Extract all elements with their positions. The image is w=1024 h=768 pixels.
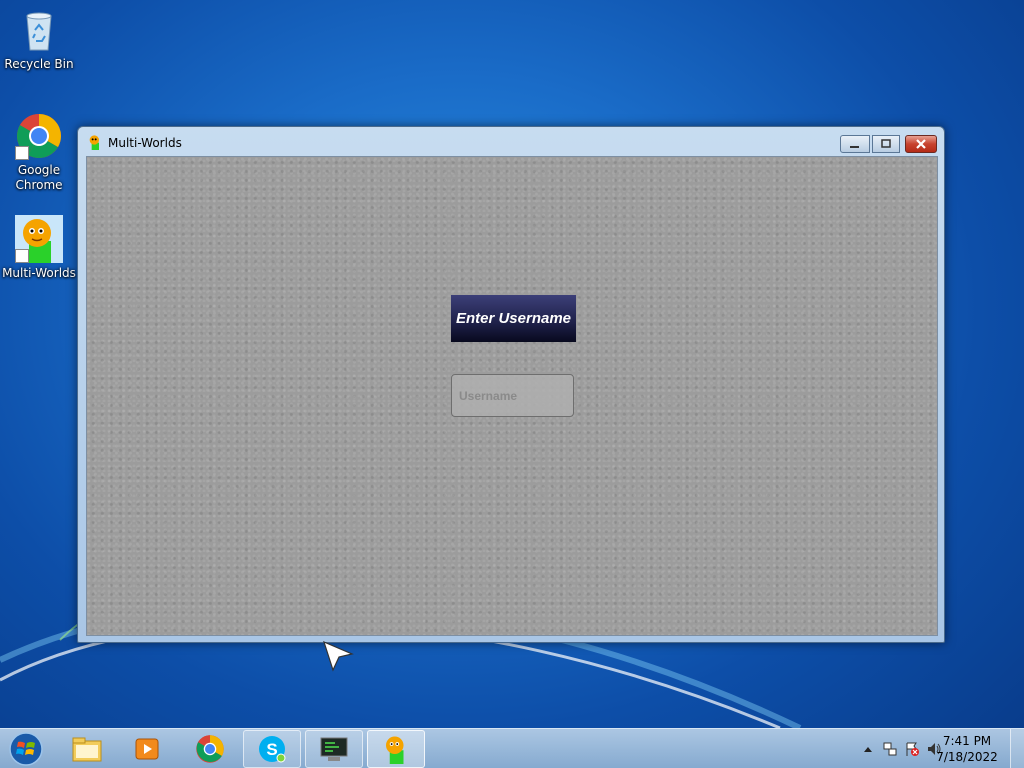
file-explorer-icon [72,737,102,762]
start-button[interactable] [6,731,46,767]
taskbar-file-explorer[interactable] [58,730,116,768]
window-client-area: Enter Username [86,156,938,636]
multi-worlds-icon [386,736,404,764]
taskbar-media-player[interactable] [118,730,176,768]
taskbar-terminal[interactable] [305,730,363,768]
desktop-icon-google-chrome[interactable]: Google Chrome [1,112,77,193]
desktop-icon-multi-worlds[interactable]: Multi-Worlds [1,215,77,281]
svg-text:S: S [266,740,277,759]
username-input[interactable] [451,374,574,417]
terminal-icon [320,737,348,761]
maximize-button[interactable] [872,135,900,153]
network-icon[interactable] [882,741,898,757]
recycle-bin-icon [15,6,63,54]
enter-username-heading: Enter Username [451,295,576,342]
mouse-cursor-icon [323,640,354,672]
maximize-icon [873,136,899,152]
chrome-icon [15,112,63,160]
multi-worlds-icon [87,134,103,150]
chrome-icon [196,735,224,763]
taskbar: S 7:41 PM 7/18/2022 [0,728,1024,768]
desktop-icon-label: Google Chrome [15,163,63,192]
media-player-icon [135,738,159,760]
multi-worlds-icon [15,215,63,263]
clock-time: 7:41 PM [942,734,992,748]
taskbar-clock[interactable]: 7:41 PM 7/18/2022 [932,733,1002,765]
close-button[interactable] [905,135,937,153]
action-center-flag-icon[interactable] [904,741,920,757]
app-window: Multi-Worlds Enter Username [77,126,945,643]
close-icon [906,136,936,152]
desktop-icon-recycle-bin[interactable]: Recycle Bin [1,6,77,72]
taskbar-multi-worlds[interactable] [367,730,425,768]
minimize-icon [841,136,869,152]
show-desktop-button[interactable] [1010,729,1024,768]
minimize-button[interactable] [840,135,870,153]
skype-icon: S [259,736,286,763]
desktop-icon-label: Multi-Worlds [2,266,76,280]
taskbar-skype[interactable]: S [243,730,301,768]
desktop-icon-label: Recycle Bin [4,57,74,71]
shortcut-arrow-icon [15,249,29,263]
system-tray: 7:41 PM 7/18/2022 [834,729,1024,768]
windows-start-icon [9,732,43,766]
shortcut-arrow-icon [15,146,29,160]
show-hidden-icons-icon[interactable] [860,741,876,757]
taskbar-chrome[interactable] [181,730,239,768]
window-titlebar[interactable]: Multi-Worlds [78,127,944,157]
window-title: Multi-Worlds [108,136,182,150]
clock-date: 7/18/2022 [936,750,998,764]
